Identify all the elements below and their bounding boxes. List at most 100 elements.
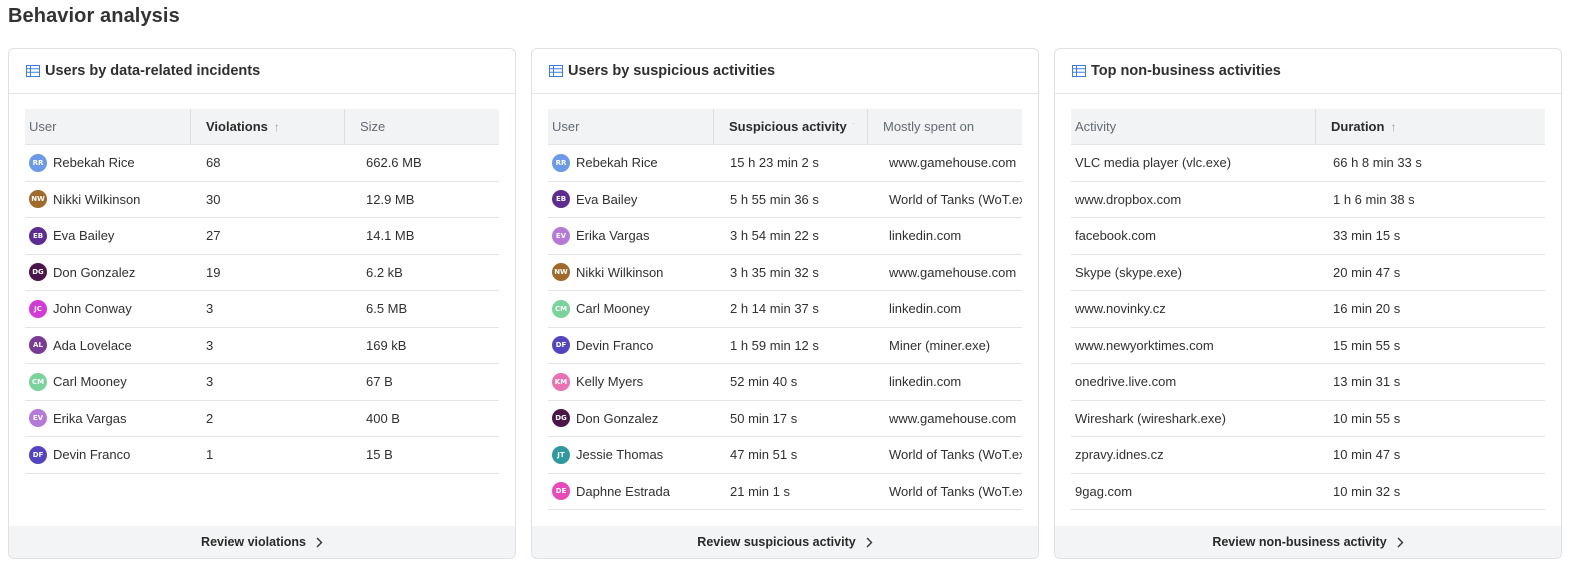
table-row[interactable]: JC John Conway 3 6.5 MB: [25, 291, 499, 328]
table-row[interactable]: EV Erika Vargas 2 400 B: [25, 401, 499, 437]
chevron-right-icon: [1397, 537, 1404, 548]
table-row[interactable]: DG Don Gonzalez 50 min 17 s www.gamehouse.c…: [548, 401, 1022, 437]
sort-up-icon: ↑: [1390, 119, 1397, 134]
metric-cell: 3: [206, 374, 214, 390]
table-row[interactable]: 9gag.com 10 min 32 s: [1071, 474, 1545, 510]
metric-cell: 2 h 14 min 37 s: [730, 301, 819, 317]
table-row[interactable]: DF Devin Franco 1 h 59 min 12 s Miner (mine…: [548, 328, 1022, 364]
activity-cell: Skype (skype.exe): [1075, 264, 1182, 280]
column-header-duration[interactable]: Duration ↑: [1315, 108, 1545, 145]
mostly-spent-on-cell: World of Tanks (WoT.exe): [889, 483, 1022, 499]
avatar: KM: [552, 372, 570, 391]
table-row[interactable]: NW Nikki Wilkinson 3 h 35 min 32 s www.game…: [548, 255, 1022, 291]
table-row[interactable]: CM Carl Mooney 2 h 14 min 37 s linkedin.com: [548, 291, 1022, 328]
activity-cell: Wireshark (wireshark.exe): [1075, 410, 1226, 426]
review-suspicious-activity-button[interactable]: Review suspicious activity: [532, 526, 1038, 558]
table-row[interactable]: EB Eva Bailey 27 14.1 MB: [25, 218, 499, 255]
metric-cell: 68: [206, 155, 221, 171]
metric-cell: 50 min 17 s: [730, 410, 798, 426]
size-cell: 662.6 MB: [366, 155, 422, 171]
column-header-user[interactable]: User: [548, 109, 713, 145]
column-header-violations[interactable]: Violations ↑: [190, 108, 344, 145]
avatar: EB: [552, 190, 570, 209]
table-row[interactable]: DG Don Gonzalez 19 6.2 kB: [25, 255, 499, 291]
incidents-table: User Violations ↑ Size RR Rebekah Rice 68 66…: [25, 108, 499, 474]
metric-cell: 47 min 51 s: [730, 447, 798, 463]
size-cell: 6.2 kB: [366, 264, 403, 280]
user-cell: RR Rebekah Rice: [25, 153, 190, 172]
review-violations-button[interactable]: Review violations: [9, 526, 515, 558]
size-cell: 14.1 MB: [366, 228, 415, 244]
mostly-spent-on-cell: linkedin.com: [889, 374, 962, 390]
sort-up-icon: ↑: [273, 119, 280, 134]
chevron-right-icon: [316, 537, 323, 548]
table-row[interactable]: www.dropbox.com 1 h 6 min 38 s: [1071, 182, 1545, 218]
table-row[interactable]: AL Ada Lovelace 3 169 kB: [25, 328, 499, 364]
table-row[interactable]: CM Carl Mooney 3 67 B: [25, 364, 499, 401]
user-cell: KM Kelly Myers: [548, 372, 713, 391]
user-name: Carl Mooney: [53, 374, 127, 390]
card-title: Users by suspicious activities: [568, 63, 776, 79]
user-cell: CM Carl Mooney: [25, 372, 190, 391]
column-header-activity[interactable]: Activity: [1071, 109, 1315, 145]
avatar: NW: [29, 190, 47, 209]
mostly-spent-on-cell: Miner (miner.exe): [889, 337, 991, 353]
card-suspicious-activities: Users by suspicious activities User Susp…: [531, 48, 1039, 559]
metric-cell: 5 h 55 min 36 s: [730, 191, 819, 207]
size-cell: 169 kB: [366, 337, 407, 353]
table-row[interactable]: KM Kelly Myers 52 min 40 s linkedin.com: [548, 364, 1022, 401]
user-name: Rebekah Rice: [53, 155, 135, 171]
avatar: AL: [29, 336, 47, 355]
table-icon: [26, 65, 40, 77]
table-row[interactable]: zpravy.idnes.cz 10 min 47 s: [1071, 437, 1545, 474]
column-header-mostly-spent-on[interactable]: Mostly spent on: [867, 108, 1022, 145]
table-row[interactable]: EV Erika Vargas 3 h 54 min 22 s linkedin.co…: [548, 218, 1022, 255]
column-header-user[interactable]: User: [25, 109, 190, 145]
user-name: Ada Lovelace: [53, 337, 132, 353]
table-header: User Suspicious activity ˙ Mostly spent o…: [548, 108, 1022, 145]
table-row[interactable]: facebook.com 33 min 15 s: [1071, 218, 1545, 255]
table-row[interactable]: www.novinky.cz 16 min 20 s: [1071, 291, 1545, 328]
avatar: NW: [552, 263, 570, 282]
table-row[interactable]: www.newyorktimes.com 15 min 55 s: [1071, 328, 1545, 364]
user-name: Jessie Thomas: [576, 447, 664, 463]
table-row[interactable]: DF Devin Franco 1 15 B: [25, 437, 499, 474]
suspicious-table: User Suspicious activity ˙ Mostly spent o…: [548, 108, 1022, 510]
table-body: VLC media player (vlc.exe) 66 h 8 min 33 …: [1071, 145, 1545, 510]
table-row[interactable]: onedrive.live.com 13 min 31 s: [1071, 364, 1545, 401]
review-violations-label: Review violations: [201, 535, 306, 549]
table-row[interactable]: RR Rebekah Rice 15 h 23 min 2 s www.gamehou…: [548, 145, 1022, 182]
table-row[interactable]: NW Nikki Wilkinson 30 12.9 MB: [25, 182, 499, 218]
card-title: Users by data-related incidents: [45, 63, 261, 79]
review-non-business-activity-button[interactable]: Review non-business activity: [1055, 526, 1561, 558]
table-row[interactable]: DE Daphne Estrada 21 min 1 s World of Tanks…: [548, 474, 1022, 510]
avatar: EV: [29, 409, 47, 428]
user-name: Carl Mooney: [576, 301, 650, 317]
table-header: Activity Duration ↑: [1071, 108, 1545, 145]
duration-cell: 10 min 47 s: [1333, 447, 1401, 463]
metric-cell: 3: [206, 337, 214, 353]
user-cell: RR Rebekah Rice: [548, 153, 713, 172]
avatar: JC: [29, 299, 47, 318]
user-name: Don Gonzalez: [53, 264, 136, 280]
table-icon: [549, 65, 563, 77]
table-row[interactable]: RR Rebekah Rice 68 662.6 MB: [25, 145, 499, 182]
table-row[interactable]: Wireshark (wireshark.exe) 10 min 55 s: [1071, 401, 1545, 437]
table-row[interactable]: EB Eva Bailey 5 h 55 min 36 s World of Tank…: [548, 182, 1022, 218]
sort-icon: ˙: [852, 122, 856, 131]
avatar: EB: [29, 226, 47, 245]
card-data-incidents: Users by data-related incidents User Vio…: [8, 48, 516, 559]
chevron-right-icon: [866, 537, 873, 548]
size-cell: 6.5 MB: [366, 301, 408, 317]
column-header-size[interactable]: Size: [344, 108, 499, 145]
avatar: DG: [29, 263, 47, 282]
table-row[interactable]: JT Jessie Thomas 47 min 51 s World of Tanks…: [548, 437, 1022, 474]
table-row[interactable]: VLC media player (vlc.exe) 66 h 8 min 33 …: [1071, 145, 1545, 182]
avatar: DF: [552, 336, 570, 355]
table-row[interactable]: Skype (skype.exe) 20 min 47 s: [1071, 255, 1545, 291]
user-cell: AL Ada Lovelace: [25, 336, 190, 355]
page-title: Behavior analysis: [8, 5, 180, 27]
user-name: Erika Vargas: [576, 228, 650, 244]
column-header-suspicious-activity[interactable]: Suspicious activity ˙: [713, 108, 867, 145]
card-title: Top non-business activities: [1091, 63, 1281, 79]
